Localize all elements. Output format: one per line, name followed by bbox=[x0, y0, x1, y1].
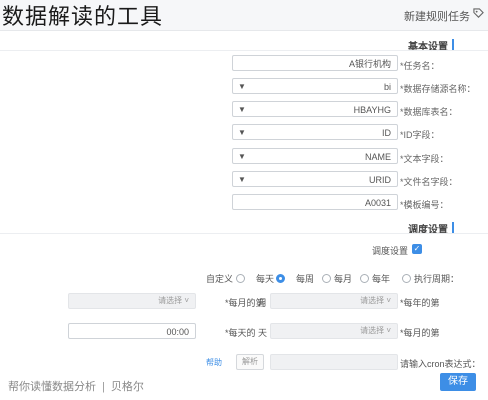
id-field-value: ID bbox=[382, 128, 391, 138]
table-name-value: HBAYHG bbox=[353, 105, 391, 115]
cron-input[interactable] bbox=[270, 354, 398, 370]
datasource-label: *数据存储源名称： bbox=[400, 84, 476, 94]
watermark: 帮你读懂数据分析 | 贝格尔 bbox=[8, 378, 144, 394]
watermark-brand: 贝格尔 bbox=[110, 381, 144, 393]
save-button[interactable]: 保存 bbox=[440, 373, 476, 391]
header-title: 新建规则任务 bbox=[404, 11, 470, 23]
schedule-enable-label: 调度设置 bbox=[372, 246, 409, 256]
parse-button[interactable]: 解析 bbox=[236, 354, 264, 370]
id-field-label: *ID字段： bbox=[400, 130, 440, 140]
exec-period-label: 执行周期： bbox=[414, 274, 460, 284]
datasource-value: bi bbox=[383, 82, 391, 92]
radio-daily-label: 每天 bbox=[256, 274, 275, 284]
tag-icon bbox=[473, 8, 484, 18]
task-name-input[interactable]: A银行机构 bbox=[232, 55, 398, 71]
month-of-year-label: *每年的第 bbox=[400, 298, 440, 308]
text-field-select[interactable]: ▼ NAME bbox=[232, 148, 398, 164]
day-select[interactable]: 请选择 ˅ bbox=[270, 323, 398, 339]
radio-monthly-label: 每月 bbox=[334, 274, 353, 284]
help-link[interactable]: 帮助 bbox=[206, 357, 222, 368]
watermark-separator: | bbox=[102, 381, 105, 393]
radio-custom-label: 自定义 bbox=[206, 274, 234, 284]
radio-weekly-label: 每周 bbox=[296, 274, 315, 284]
time-input[interactable]: 00:00 bbox=[68, 323, 196, 339]
text-field-label: *文本字段： bbox=[400, 154, 449, 164]
table-name-select[interactable]: ▼ HBAYHG bbox=[232, 101, 398, 117]
task-name-label: *任务名： bbox=[400, 61, 440, 71]
filename-field-label: *文件名字段： bbox=[400, 177, 458, 187]
section-divider bbox=[0, 233, 488, 234]
time-of-day-label: *每天的 bbox=[225, 328, 256, 338]
chevron-down-icon: ▼ bbox=[238, 128, 246, 137]
id-field-select[interactable]: ▼ ID bbox=[232, 124, 398, 140]
day-of-month-label: *每月的第 bbox=[400, 328, 440, 338]
template-id-input[interactable]: A0031 bbox=[232, 194, 398, 210]
chevron-down-icon: ▼ bbox=[238, 82, 246, 91]
day-of-week-label: *每月的第 bbox=[225, 298, 265, 308]
month-select[interactable]: 请选择 ˅ bbox=[270, 293, 398, 309]
chevron-down-icon: ▼ bbox=[238, 105, 246, 114]
day-unit: 天 bbox=[258, 328, 268, 338]
text-field-value: NAME bbox=[364, 152, 391, 162]
radio-yearly-label: 每年 bbox=[372, 274, 391, 284]
page-caption: 数据解读的工具 bbox=[2, 5, 164, 30]
chevron-down-icon: ▼ bbox=[238, 152, 246, 161]
datasource-select[interactable]: ▼ bi bbox=[232, 78, 398, 94]
filename-field-select[interactable]: ▼ URID bbox=[232, 171, 398, 187]
table-name-label: *数据库表名： bbox=[400, 107, 458, 117]
radio-daily[interactable] bbox=[276, 274, 285, 283]
template-id-label: *模板编号： bbox=[400, 200, 449, 210]
radio-monthly[interactable] bbox=[360, 274, 369, 283]
chevron-down-icon: ▼ bbox=[238, 175, 246, 184]
radio-yearly[interactable] bbox=[402, 274, 411, 283]
watermark-tagline: 帮你读懂数据分析 bbox=[8, 381, 96, 393]
cron-label: 请输入cron表达式： bbox=[400, 359, 481, 369]
radio-weekly[interactable] bbox=[322, 274, 331, 283]
schedule-enable-checkbox[interactable]: ✓ bbox=[412, 244, 422, 254]
filename-field-value: URID bbox=[369, 175, 391, 185]
radio-custom[interactable] bbox=[236, 274, 245, 283]
section-divider bbox=[0, 50, 488, 51]
right-select[interactable]: 请选择 ˅ bbox=[68, 293, 196, 309]
